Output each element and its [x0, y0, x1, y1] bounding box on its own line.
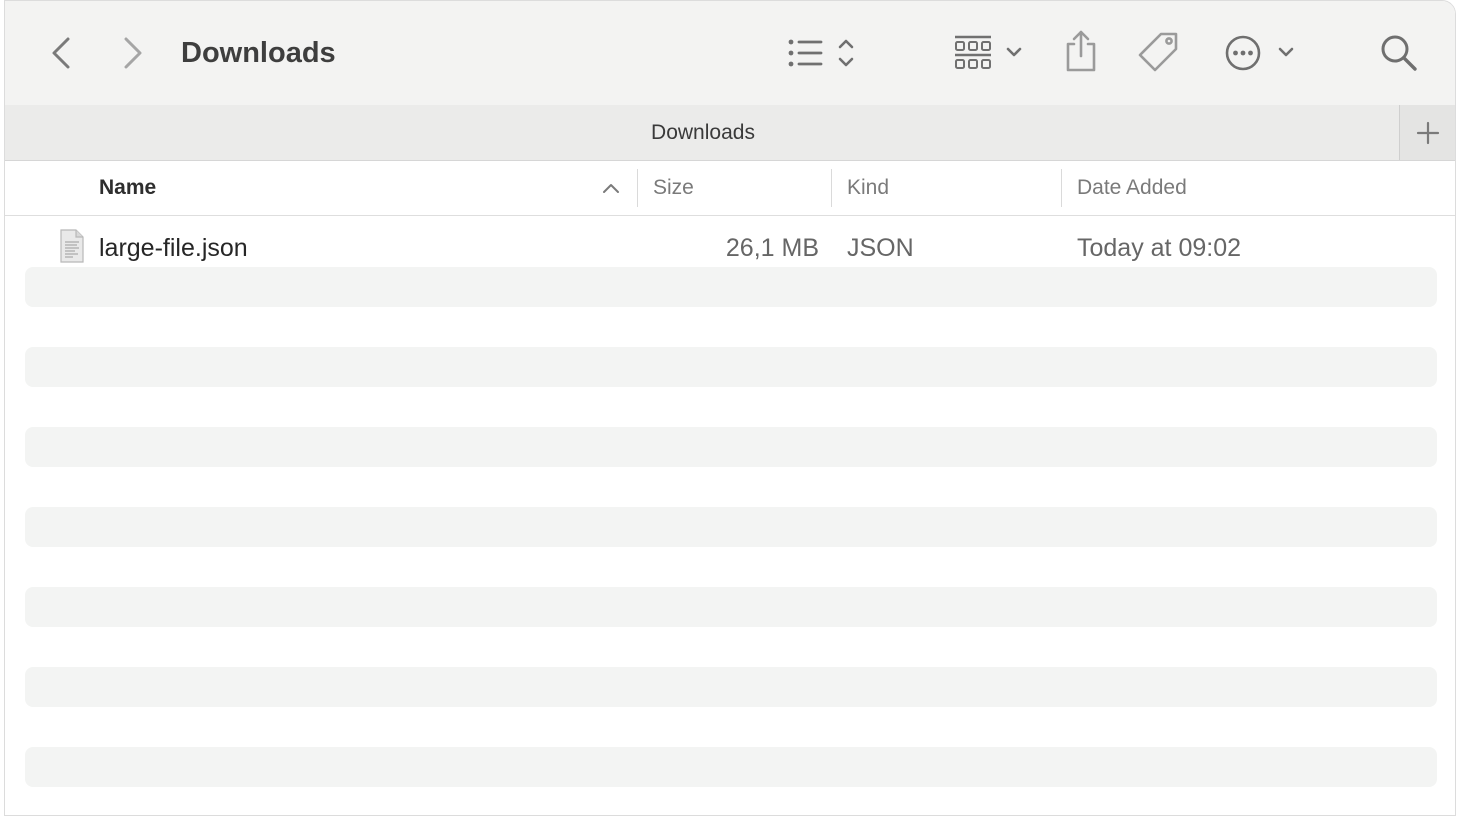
tag-icon: [1138, 32, 1178, 72]
column-separator[interactable]: [637, 169, 638, 207]
empty-row-stripe: [25, 747, 1437, 787]
chevron-right-icon: [124, 37, 142, 69]
share-icon: [1066, 30, 1096, 72]
column-size-header[interactable]: Size: [653, 161, 694, 215]
column-header: Name Size Kind Date Added: [5, 161, 1455, 216]
tab-bar: Downloads: [5, 105, 1455, 161]
empty-row-stripe: [25, 267, 1437, 307]
ellipsis-circle-icon: [1225, 35, 1294, 71]
table-row[interactable]: large-file.json 26,1 MB JSON Today at 09…: [5, 217, 1455, 265]
empty-row-stripe: [25, 347, 1437, 387]
more-actions-button[interactable]: [1219, 31, 1299, 75]
window-title: Downloads: [181, 37, 336, 69]
column-name-header[interactable]: Name: [99, 161, 156, 215]
share-button[interactable]: [1059, 27, 1103, 75]
column-date-added-header[interactable]: Date Added: [1077, 161, 1187, 215]
search-icon: [1381, 35, 1417, 71]
view-options-button[interactable]: [777, 31, 863, 75]
document-icon: [60, 229, 84, 263]
empty-row-stripe: [25, 667, 1437, 707]
chevron-left-icon: [52, 37, 70, 69]
group-by-button[interactable]: [945, 31, 1025, 75]
empty-row-stripe: [25, 427, 1437, 467]
tab-downloads[interactable]: Downloads: [5, 105, 1401, 161]
finder-window: Downloads Downloads Name Size Kind Date …: [4, 0, 1456, 816]
list-view-icon: [788, 39, 854, 67]
toolbar: Downloads: [5, 1, 1455, 105]
search-button[interactable]: [1377, 31, 1421, 75]
tag-button[interactable]: [1135, 29, 1183, 75]
plus-icon: [1416, 121, 1439, 144]
column-separator[interactable]: [831, 169, 832, 207]
sort-ascending-icon[interactable]: [601, 179, 621, 197]
column-separator[interactable]: [1061, 169, 1062, 207]
empty-row-stripe: [25, 507, 1437, 547]
empty-row-stripe: [25, 587, 1437, 627]
column-kind-header[interactable]: Kind: [847, 161, 889, 215]
forward-button[interactable]: [115, 33, 151, 73]
back-button[interactable]: [43, 33, 79, 73]
new-tab-button[interactable]: [1399, 105, 1455, 160]
grid-group-icon: [955, 35, 1022, 69]
